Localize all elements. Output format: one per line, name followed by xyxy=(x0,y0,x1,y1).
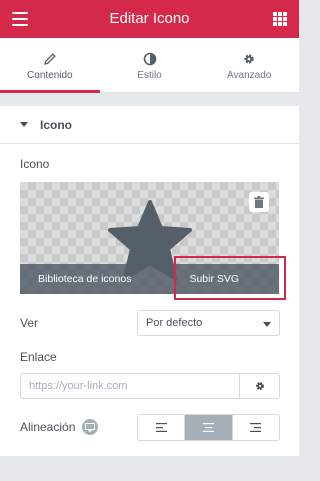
tab-contenido[interactable]: Contenido xyxy=(0,38,100,93)
link-field: https://your-link.com xyxy=(20,373,280,399)
editor-header: Editar Icono xyxy=(0,0,299,38)
upload-svg-highlight xyxy=(174,256,286,300)
tab-avanzado[interactable]: Avanzado xyxy=(199,38,299,92)
tab-estilo[interactable]: Estilo xyxy=(100,38,200,92)
align-center-button[interactable] xyxy=(184,415,232,440)
tab-label: Estilo xyxy=(137,70,162,81)
icon-library-button[interactable]: Biblioteca de iconos xyxy=(20,264,150,294)
link-field-label: Enlace xyxy=(20,350,57,364)
chevron-down-icon xyxy=(263,322,271,327)
align-left-button[interactable] xyxy=(138,415,184,440)
page-title: Editar Icono xyxy=(109,10,190,27)
align-right-button[interactable] xyxy=(231,415,279,440)
gear-icon xyxy=(244,54,254,64)
align-left-icon xyxy=(155,423,167,432)
align-right-icon xyxy=(250,423,262,432)
grid-icon[interactable] xyxy=(273,12,287,26)
section-title: Icono xyxy=(40,117,72,132)
half-circle-icon xyxy=(143,52,156,66)
alignment-control xyxy=(137,414,280,441)
pencil-icon xyxy=(43,53,56,65)
tab-label: Contenido xyxy=(27,70,73,81)
trash-icon[interactable] xyxy=(249,192,269,212)
gear-icon xyxy=(255,382,264,390)
tab-label: Avanzado xyxy=(227,70,272,81)
link-input[interactable]: https://your-link.com xyxy=(21,374,239,398)
link-options-button[interactable] xyxy=(239,374,279,398)
section-header-icono[interactable]: Icono xyxy=(0,106,299,144)
alignment-label: Alineación xyxy=(20,420,76,434)
icon-field-label: Icono xyxy=(20,157,50,171)
view-select-value: Por defecto xyxy=(146,317,203,329)
view-select[interactable]: Por defecto xyxy=(137,310,280,336)
align-center-icon xyxy=(202,423,214,432)
desktop-icon[interactable] xyxy=(82,419,98,435)
view-field-label: Ver xyxy=(20,316,39,330)
panel-tabs: Contenido Estilo Avanzado xyxy=(0,38,299,93)
caret-down-icon xyxy=(20,122,28,127)
